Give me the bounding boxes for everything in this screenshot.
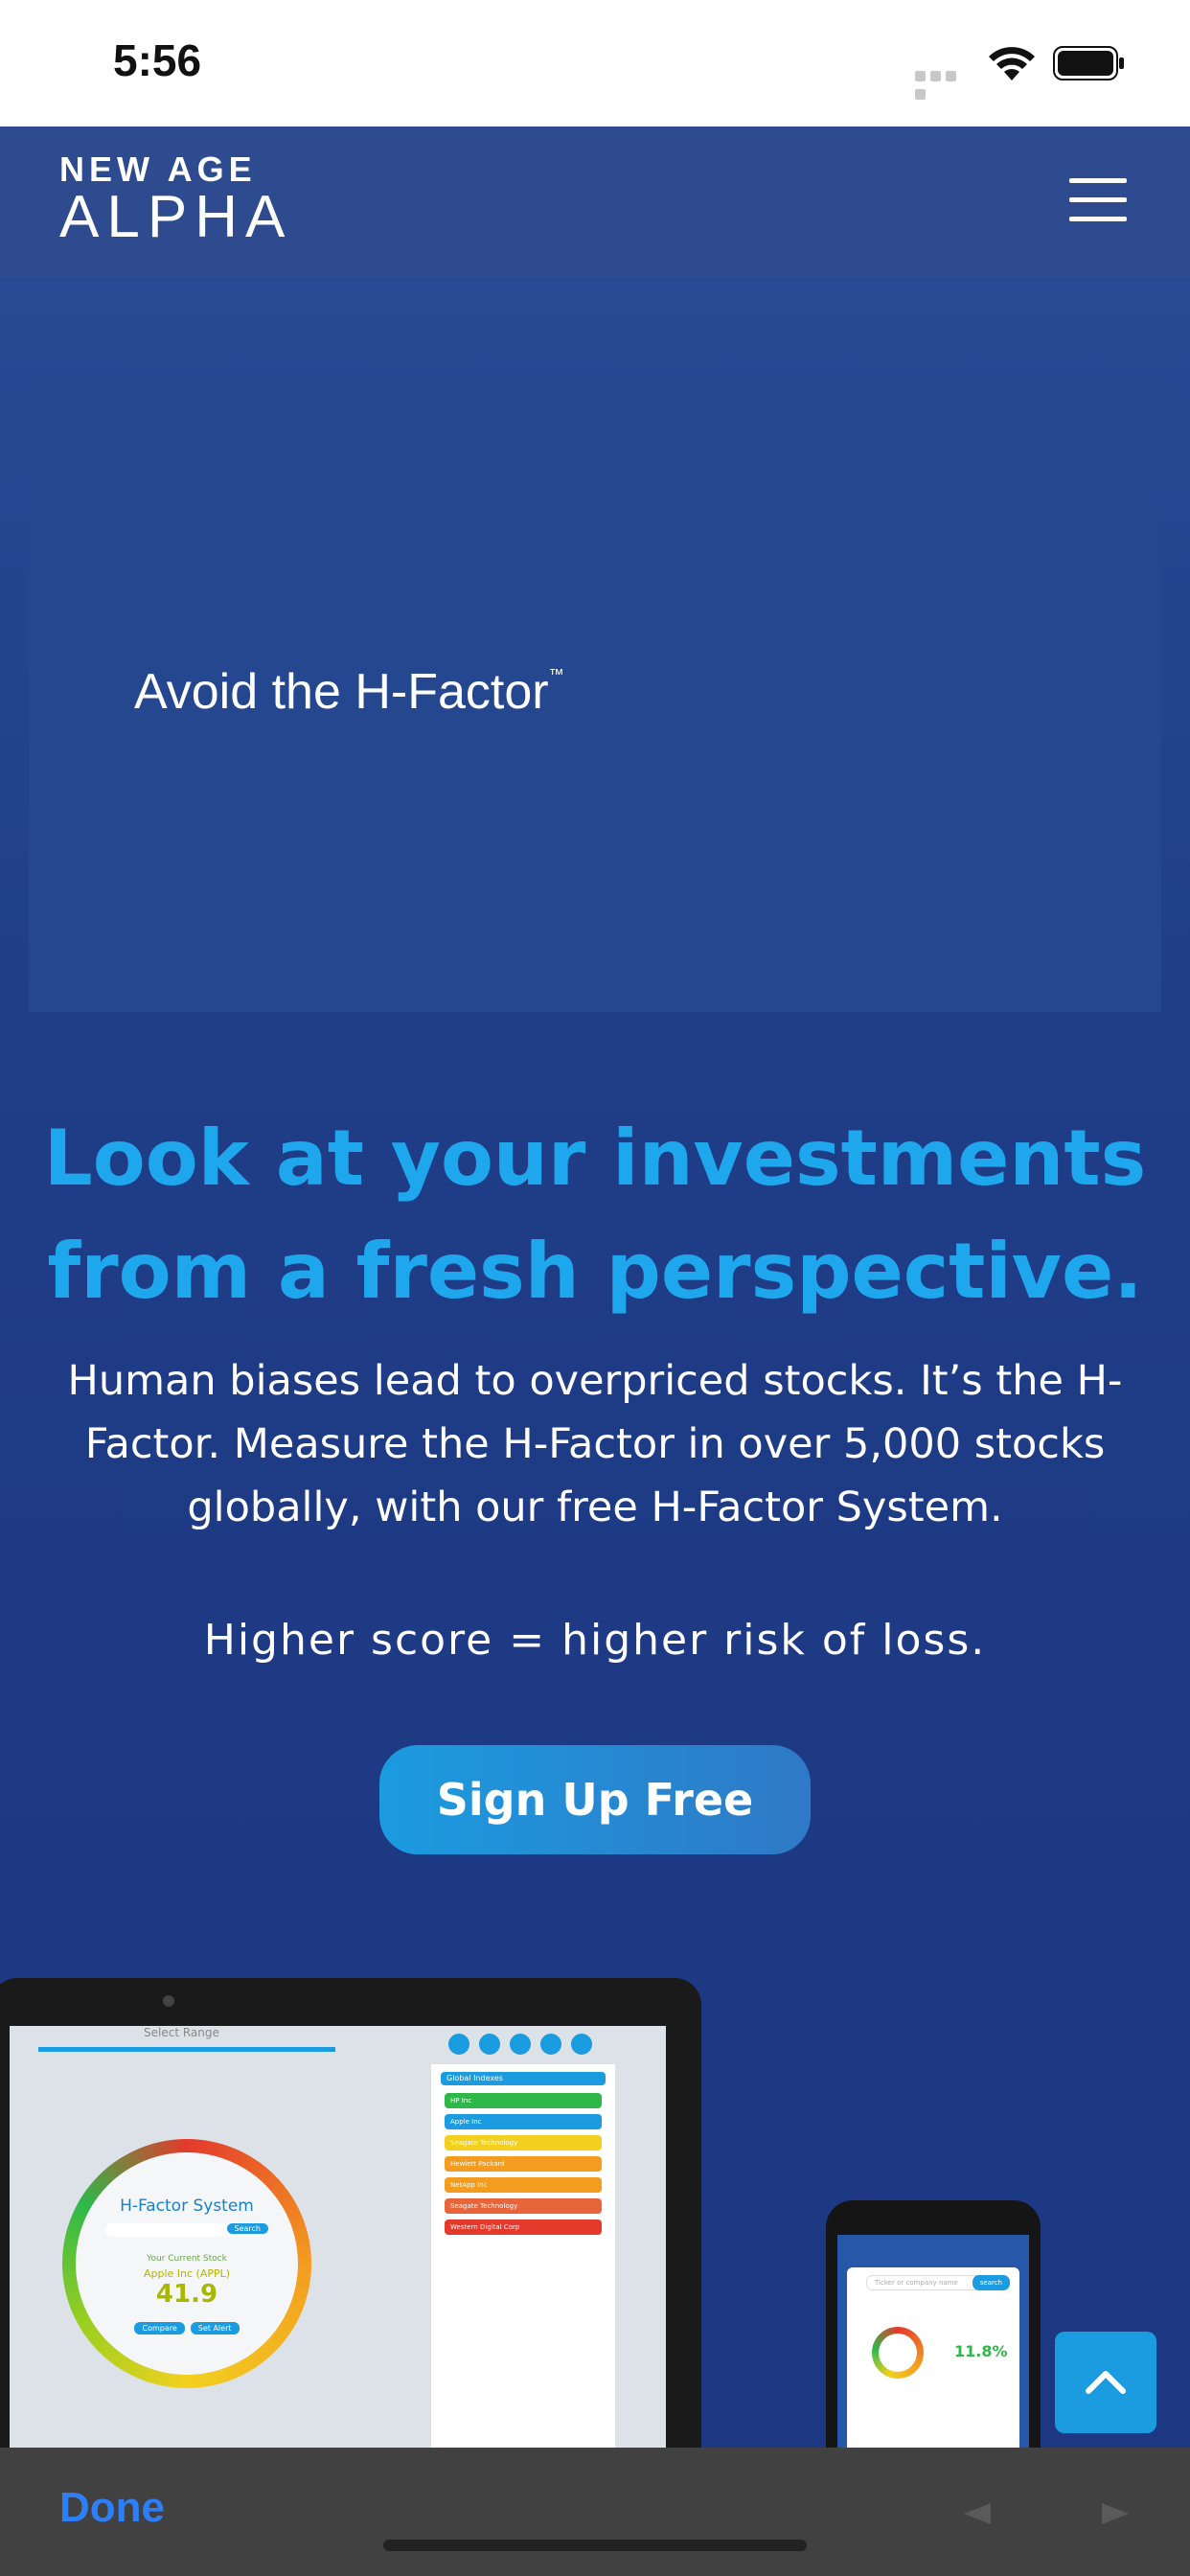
trademark: ™ — [548, 667, 564, 683]
laptop-screen: Select Range H-Factor System Search Your… — [10, 2026, 666, 2467]
logo-line-1: NEW AGE — [59, 150, 257, 189]
status-time: 5:56 — [113, 35, 202, 85]
logo[interactable]: NEW AGE ALPHA — [59, 151, 292, 247]
stock-row: Hewlett Packard — [445, 2156, 602, 2172]
panel-header: Global Indexes — [441, 2072, 606, 2085]
home-indicator — [383, 2540, 807, 2551]
hero-text: Avoid the H-Factor™ — [134, 663, 564, 721]
stock-row: Seagate Technology — [445, 2135, 602, 2150]
chevron-up-icon — [1086, 2371, 1126, 2394]
hamburger-menu-icon[interactable] — [1069, 178, 1127, 222]
range-slider — [38, 2047, 335, 2052]
stock-row: Western Digital Corp — [445, 2220, 602, 2235]
risk-statement: Higher score = higher risk of loss. — [203, 1616, 987, 1665]
camera-icon — [163, 1995, 174, 2007]
stock-list-panel: Global Indexes HP Inc Apple Inc Seagate Te… — [431, 2064, 615, 2467]
phone-search-button: search — [972, 2275, 1010, 2290]
status-bar: 5:56 — [0, 0, 1190, 126]
set-alert-button: Set Alert — [190, 2322, 240, 2334]
dial-search: Search — [105, 2223, 268, 2237]
dial-search-button: Search — [226, 2223, 268, 2234]
current-stock-label: Your Current Stock — [147, 2254, 227, 2264]
browser-toolbar — [0, 2448, 1190, 2576]
back-arrow-icon[interactable] — [960, 2501, 993, 2526]
sign-up-button[interactable]: Sign Up Free — [379, 1745, 811, 1854]
stock-row: Apple Inc — [445, 2114, 602, 2129]
headline-line-1: Look at your investments — [43, 1114, 1147, 1203]
h-factor-dial: H-Factor System Search Your Current Stoc… — [62, 2139, 311, 2388]
page-headline: Look at your investments from a fresh pe… — [0, 1102, 1190, 1328]
wifi-icon — [989, 47, 1035, 80]
phone-search-placeholder: Ticker or company name — [875, 2279, 958, 2287]
stock-row: NetApp Inc — [445, 2177, 602, 2193]
phone-card: Ticker or company name search 11.8% — [847, 2267, 1019, 2459]
done-button[interactable]: Done — [59, 2484, 165, 2532]
hero-title: Avoid the H-Factor — [134, 664, 549, 720]
stock-row: Seagate Technology — [445, 2198, 602, 2214]
stock-score: 41.9 — [155, 2280, 218, 2309]
laptop-mockup: Select Range H-Factor System Search Your… — [0, 1978, 701, 2467]
phone-screen: Ticker or company name search 11.8% — [837, 2235, 1029, 2459]
phone-mockup: Ticker or company name search 11.8% — [826, 2200, 1041, 2459]
range-label: Select Range — [144, 2026, 219, 2039]
battery-icon — [1053, 46, 1124, 80]
scroll-to-top-button[interactable] — [1055, 2332, 1156, 2433]
compare-button: Compare — [134, 2322, 185, 2334]
dial-title: H-Factor System — [120, 2196, 254, 2216]
intro-paragraph: Human biases lead to overpriced stocks. … — [67, 1357, 1123, 1531]
signal-icon — [915, 67, 974, 100]
logo-line-2: ALPHA — [59, 184, 293, 250]
toolbar-icons — [448, 2034, 602, 2058]
stock-name: Apple Inc (APPL) — [143, 2267, 231, 2280]
forward-arrow-icon[interactable] — [1100, 2501, 1133, 2526]
headline-line-2: from a fresh perspective. — [47, 1227, 1143, 1316]
phone-percentage: 11.8% — [954, 2342, 1008, 2360]
stock-row: HP Inc — [445, 2093, 602, 2108]
phone-search: Ticker or company name search — [866, 2275, 1010, 2290]
phone-gauge — [872, 2327, 924, 2379]
